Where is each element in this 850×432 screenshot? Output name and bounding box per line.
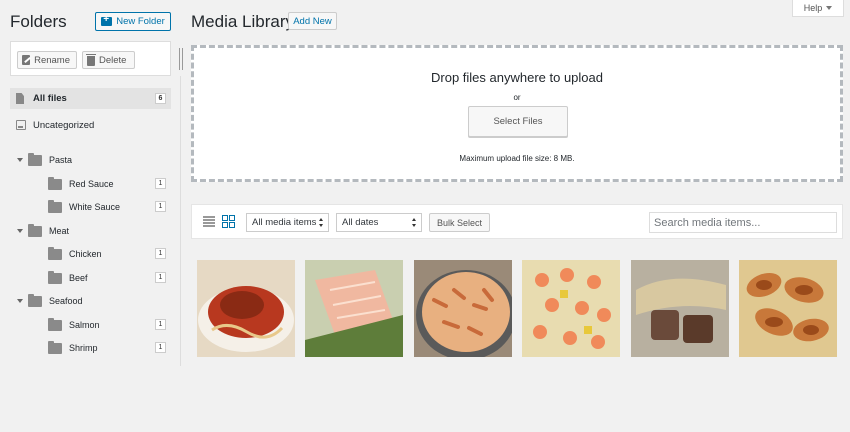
media-toolbar: All media items All dates Bulk Select (191, 204, 843, 239)
media-thumbnail[interactable] (197, 260, 295, 357)
help-tab[interactable]: Help (792, 0, 844, 17)
folder-icon (48, 340, 62, 354)
folder-icon (28, 152, 42, 166)
folder-label: Seafood (49, 296, 83, 306)
folder-pasta[interactable]: Pasta (17, 151, 72, 169)
caret-down-icon[interactable] (17, 229, 23, 233)
date-filter[interactable]: All dates (336, 213, 422, 232)
food-photo (197, 260, 295, 357)
folder-label: Meat (49, 226, 70, 236)
folder-icon (48, 317, 62, 331)
select-arrows-icon (319, 218, 324, 227)
bulk-select-button[interactable]: Bulk Select (429, 213, 490, 232)
media-thumbnail[interactable] (522, 260, 620, 357)
food-accent (220, 291, 264, 319)
date-filter-value: All dates (342, 217, 379, 228)
folder-icon (28, 223, 42, 237)
rename-button[interactable]: Rename (17, 51, 77, 69)
all-files-count: 6 (155, 93, 166, 104)
food-photo (414, 260, 512, 357)
chevron-down-icon (826, 6, 833, 10)
media-type-value: All media items (252, 217, 317, 228)
folder-label: Chicken (69, 249, 102, 259)
folder-salmon[interactable]: Salmon 1 (48, 316, 170, 334)
all-files-item[interactable]: All files 6 (10, 88, 171, 109)
page-title: Media Library (191, 12, 294, 31)
folder-icon (48, 246, 62, 260)
new-folder-button[interactable]: New Folder (95, 12, 171, 31)
inbox-icon (16, 120, 26, 130)
folder-count: 1 (155, 319, 166, 330)
steak-piece (683, 315, 713, 343)
folder-label: Salmon (69, 320, 100, 330)
photo-bg (739, 260, 837, 357)
media-thumbnail[interactable] (414, 260, 512, 357)
trash-icon (86, 53, 96, 66)
drop-or-text: or (513, 93, 521, 102)
folder-label: Beef (69, 273, 88, 283)
media-thumbnail[interactable] (305, 260, 403, 357)
folder-white-sauce[interactable]: White Sauce 1 (48, 198, 170, 216)
folder-icon (28, 293, 42, 307)
help-label: Help (803, 3, 823, 13)
all-files-label: All files (33, 93, 67, 104)
food-main (422, 272, 510, 352)
drop-instructions: Drop files anywhere to upload (431, 70, 603, 85)
folder-label: White Sauce (69, 202, 121, 212)
grid-view-icon[interactable] (222, 215, 235, 228)
folder-count: 1 (155, 342, 166, 353)
folders-title: Folders (10, 12, 67, 31)
food-photo (739, 260, 837, 357)
media-thumbnail[interactable] (631, 260, 729, 357)
folder-label: Red Sauce (69, 179, 114, 189)
folder-count: 1 (155, 248, 166, 259)
panel-resize-handle[interactable] (179, 48, 183, 70)
caret-down-icon[interactable] (17, 299, 23, 303)
file-icon (16, 93, 24, 104)
folder-icon (48, 199, 62, 213)
media-thumbnail[interactable] (739, 260, 837, 357)
food-main (651, 310, 679, 340)
folder-label: Pasta (49, 155, 73, 165)
add-folder-icon (101, 14, 113, 26)
folder-count: 1 (155, 201, 166, 212)
folder-chicken[interactable]: Chicken 1 (48, 245, 170, 263)
folder-beef[interactable]: Beef 1 (48, 269, 170, 287)
panel-divider (180, 76, 181, 366)
folder-shrimp[interactable]: Shrimp 1 (48, 339, 170, 357)
folder-icon (48, 176, 62, 190)
uncategorized-label: Uncategorized (33, 119, 95, 131)
food-photo (305, 260, 403, 357)
folder-tools: Rename Delete (10, 41, 171, 76)
max-upload-size: Maximum upload file size: 8 MB. (459, 154, 575, 163)
list-view-icon[interactable] (203, 216, 215, 227)
media-type-filter[interactable]: All media items (246, 213, 329, 232)
folder-label: Shrimp (69, 343, 98, 353)
edit-icon (22, 55, 31, 65)
folder-count: 1 (155, 272, 166, 283)
rename-label: Rename (34, 54, 70, 66)
uncategorized-item[interactable]: Uncategorized (10, 115, 171, 135)
select-arrows-icon (412, 218, 417, 227)
food-photo (522, 260, 620, 357)
food-photo (631, 260, 729, 357)
add-new-button[interactable]: Add New (288, 12, 337, 30)
caret-down-icon[interactable] (17, 158, 23, 162)
folder-count: 1 (155, 178, 166, 189)
upload-dropzone[interactable]: Drop files anywhere to upload or Select … (191, 45, 843, 182)
folder-icon (48, 270, 62, 284)
search-input[interactable] (649, 212, 837, 233)
new-folder-label: New Folder (116, 16, 165, 27)
select-files-button[interactable]: Select Files (468, 106, 568, 137)
folder-seafood[interactable]: Seafood (17, 292, 83, 310)
folder-meat[interactable]: Meat (17, 222, 69, 240)
delete-button[interactable]: Delete (82, 51, 135, 69)
folder-red-sauce[interactable]: Red Sauce 1 (48, 175, 170, 193)
delete-label: Delete (99, 54, 127, 66)
